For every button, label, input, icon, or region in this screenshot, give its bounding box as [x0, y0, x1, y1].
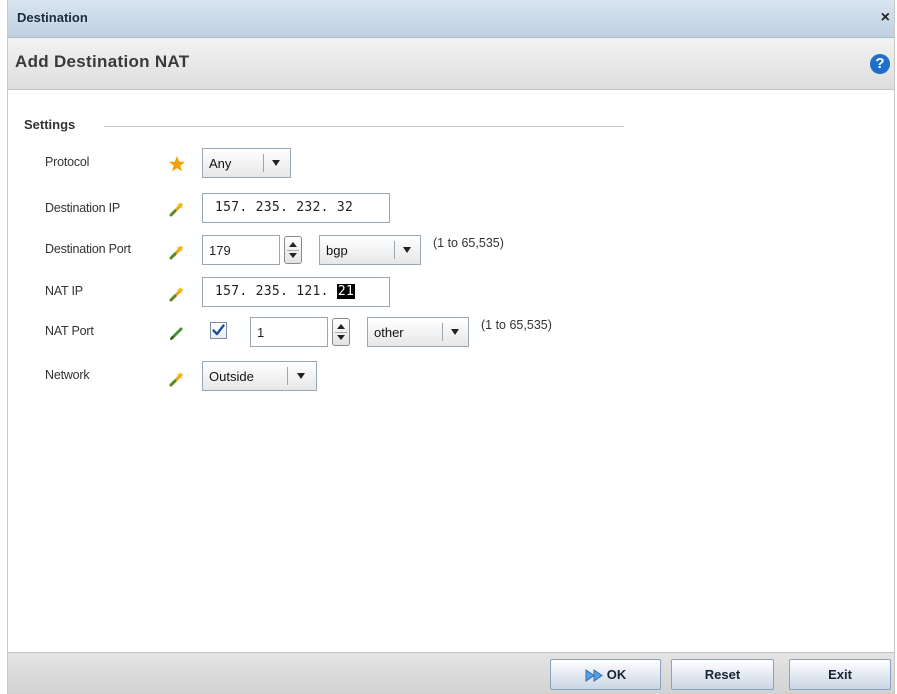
edit-wand-icon [169, 287, 184, 302]
checkmark-icon [212, 324, 225, 336]
protocol-label: Protocol [45, 155, 90, 169]
destination-dialog: Destination × Add Destination NAT ? Sett… [7, 0, 895, 694]
reset-button[interactable]: Reset [671, 659, 774, 690]
nat-ip-label: NAT IP [45, 284, 83, 298]
nat-port-service-value: other [374, 325, 404, 340]
network-label: Network [45, 368, 90, 382]
destination-port-input[interactable]: 179 [202, 235, 280, 265]
nat-port-checkbox[interactable] [210, 322, 227, 339]
edit-pencil-icon [170, 327, 183, 340]
nat-port-input[interactable]: 1 [250, 317, 328, 347]
fast-forward-icon [585, 669, 603, 683]
protocol-value: Any [209, 156, 232, 171]
destination-port-service-value: bgp [326, 243, 348, 258]
nat-port-label: NAT Port [45, 324, 94, 338]
close-icon[interactable]: × [881, 9, 890, 27]
chevron-down-icon [403, 247, 411, 253]
edit-wand-icon [169, 372, 184, 387]
window-title: Destination [17, 10, 88, 25]
destination-port-service-select[interactable]: bgp [319, 235, 421, 265]
destination-port-stepper[interactable] [284, 236, 302, 264]
network-select[interactable]: Outside [202, 361, 317, 391]
protocol-select[interactable]: Any [202, 148, 291, 178]
chevron-down-icon [272, 160, 280, 166]
help-icon[interactable]: ? [870, 54, 890, 74]
title-bar: Destination × [8, 0, 894, 38]
edit-wand-icon [169, 202, 184, 217]
chevron-down-icon [451, 329, 459, 335]
nat-port-service-select[interactable]: other [367, 317, 469, 347]
ok-button[interactable]: OK [550, 659, 661, 690]
exit-button[interactable]: Exit [789, 659, 891, 690]
chevron-down-icon [297, 373, 305, 379]
destination-ip-field[interactable]: 157. 235. 232. 32 [202, 193, 390, 223]
edit-wand-icon [169, 245, 184, 260]
dialog-header: Add Destination NAT ? [8, 38, 894, 90]
destination-port-range-hint: (1 to 65,535) [433, 236, 504, 250]
destination-port-label: Destination Port [45, 242, 131, 256]
destination-ip-label: Destination IP [45, 201, 121, 215]
page-title: Add Destination NAT [15, 52, 190, 71]
divider [104, 126, 624, 127]
nat-ip-selected-octet: 21 [336, 284, 356, 299]
dialog-footer: OK Reset Exit [8, 652, 894, 694]
required-star-icon [169, 156, 185, 172]
nat-ip-field[interactable]: 157. 235. 121. 21 [202, 277, 390, 307]
settings-group-title: Settings [24, 117, 76, 132]
nat-port-range-hint: (1 to 65,535) [481, 318, 552, 332]
network-value: Outside [209, 369, 254, 384]
nat-port-stepper[interactable] [332, 318, 350, 346]
